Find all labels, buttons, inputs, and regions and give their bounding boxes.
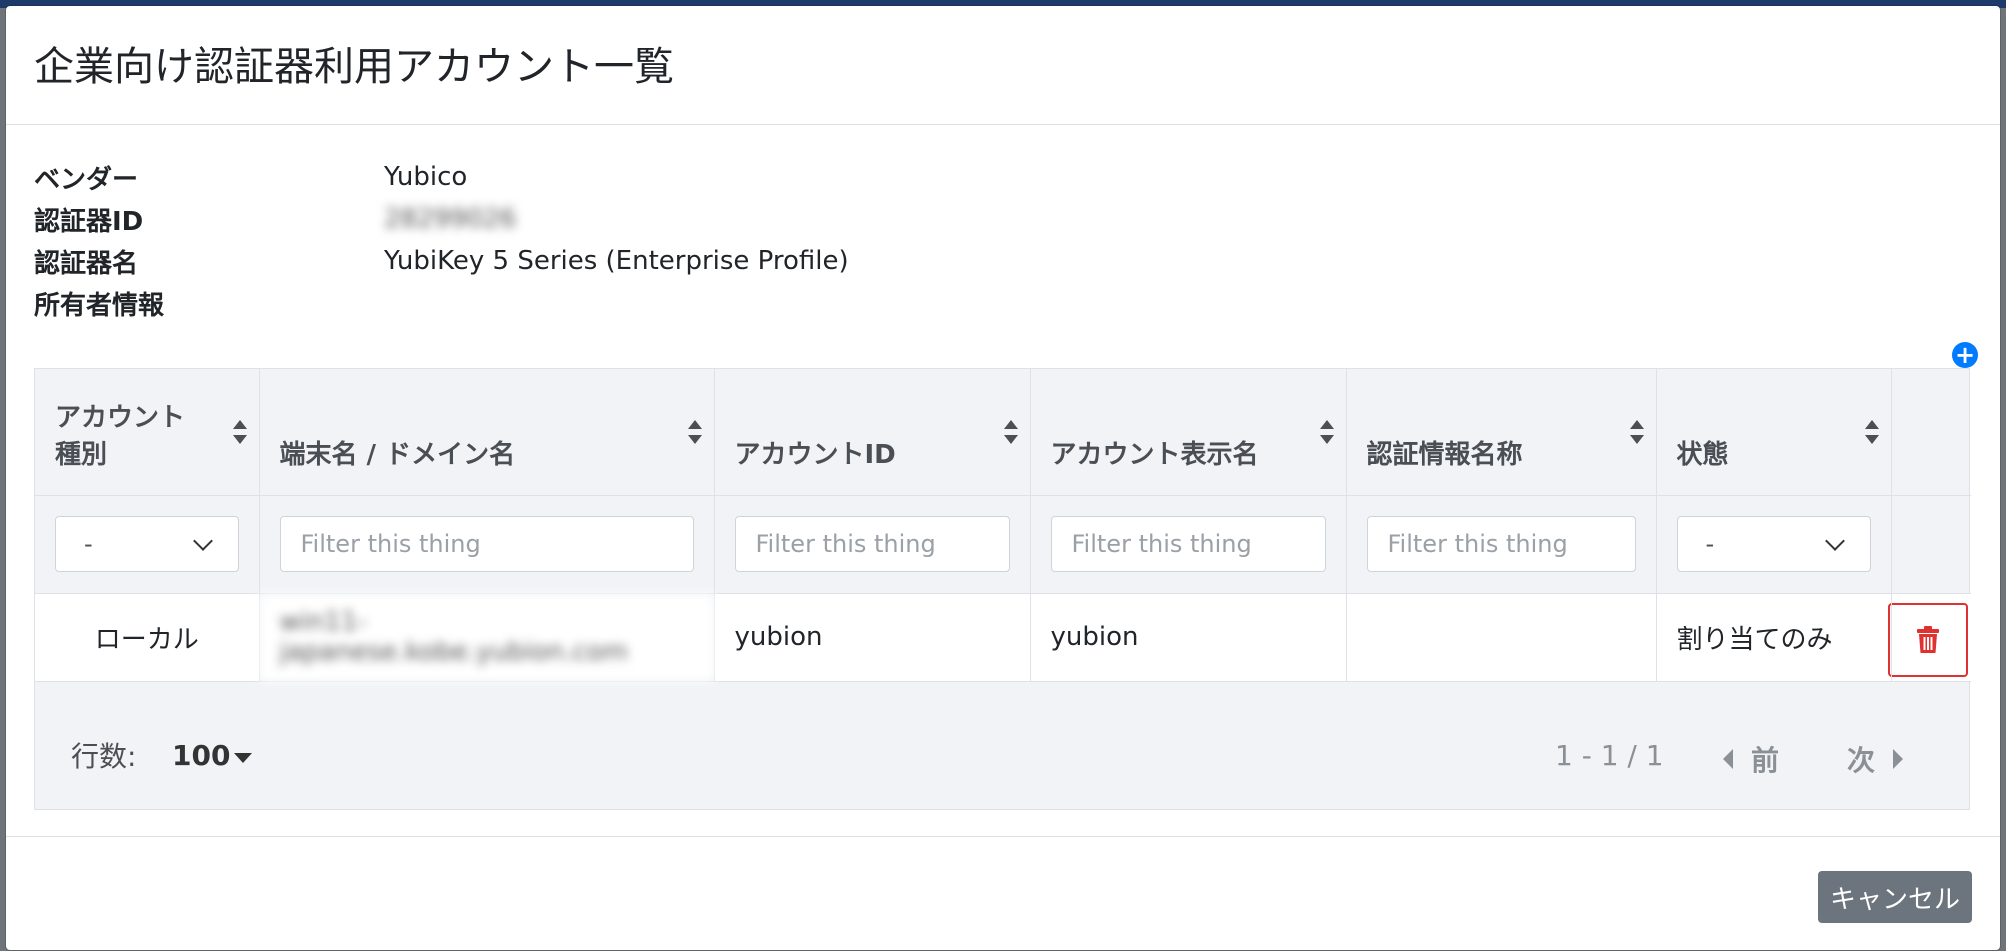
authenticator-id-value: 28299026: [384, 204, 517, 234]
caret-left-icon: [1723, 749, 1733, 769]
cell-account-type: ローカル: [35, 593, 260, 682]
chevron-down-icon: [192, 531, 213, 551]
account-id-filter-input[interactable]: Filter this thing: [734, 516, 1010, 572]
cancel-button[interactable]: キャンセル: [1818, 871, 1972, 923]
authenticator-id-label: 認証器ID: [34, 206, 144, 237]
sort-icon[interactable]: [1003, 419, 1018, 444]
caret-down-icon: [234, 752, 253, 763]
info-row-authenticator-id: 認証器ID 28299026: [34, 198, 849, 240]
column-header-actions: [1891, 369, 1971, 496]
cell-status: 割り当てのみ: [1656, 593, 1892, 682]
info-row-authenticator-name: 認証器名 YubiKey 5 Series (Enterprise Profil…: [34, 240, 849, 282]
filter-cell-device-domain: Filter this thing: [259, 495, 715, 594]
display-name-filter-input[interactable]: Filter this thing: [1050, 516, 1326, 572]
column-header-display-name-label: アカウント表示名: [1050, 439, 1259, 470]
modal-title: 企業向け認証器利用アカウント一覧: [34, 44, 674, 90]
modal-header: 企業向け認証器利用アカウント一覧: [6, 6, 2000, 125]
column-header-account-type-line2: 種別: [55, 439, 108, 470]
account-type-filter-select[interactable]: -: [55, 516, 239, 572]
delete-button[interactable]: [1887, 603, 1968, 677]
info-row-owner: 所有者情報: [34, 282, 849, 324]
account-type-filter-value: -: [84, 530, 93, 558]
owner-label: 所有者情報: [34, 290, 165, 321]
column-header-account-id[interactable]: アカウントID: [714, 369, 1031, 496]
modal-footer: キャンセル: [6, 836, 2000, 951]
sort-icon[interactable]: [1864, 419, 1879, 444]
cell-actions: [1887, 593, 1971, 682]
table-row: ローカル win11-japanese.kobe.yubion.com yubi…: [35, 593, 1971, 682]
sort-icon[interactable]: [232, 419, 247, 444]
column-header-device-domain-label: 端末名 / ドメイン名: [279, 439, 516, 470]
trash-icon: [1916, 626, 1939, 653]
column-header-account-type-line1: アカウント: [55, 402, 186, 433]
table-header-row: アカウント 種別 端末名 / ドメイン名 アカウントID アカウント表示名 認証…: [35, 369, 1971, 496]
rows-per-page-value: 100: [172, 739, 231, 772]
column-header-status[interactable]: 状態: [1656, 369, 1892, 496]
table-pager: 行数: 100 1 - 1 / 1 前 次: [35, 705, 1971, 809]
cell-display-name: yubion: [1030, 593, 1347, 682]
sort-icon[interactable]: [687, 419, 702, 444]
page-range: 1 - 1 / 1: [1555, 739, 1664, 772]
sort-icon[interactable]: [1319, 419, 1334, 444]
column-header-account-type[interactable]: アカウント 種別: [35, 369, 260, 496]
status-filter-value: -: [1705, 530, 1715, 558]
device-domain-filter-input[interactable]: Filter this thing: [279, 516, 694, 572]
credential-name-filter-input[interactable]: Filter this thing: [1366, 516, 1636, 572]
modal-dialog: 企業向け認証器利用アカウント一覧 ベンダー Yubico 認証器ID 28299…: [6, 6, 2000, 950]
filter-cell-display-name: Filter this thing: [1030, 495, 1347, 594]
next-page-button[interactable]: 次: [1847, 739, 1904, 779]
plus-circle-icon: +: [1954, 341, 1976, 369]
column-header-credential-name-label: 認証情報名称: [1366, 439, 1523, 470]
column-header-display-name[interactable]: アカウント表示名: [1030, 369, 1347, 496]
cell-account-id: yubion: [714, 593, 1031, 682]
authenticator-name-value: YubiKey 5 Series (Enterprise Profile): [384, 246, 849, 276]
info-row-vendor: ベンダー Yubico: [34, 156, 849, 198]
filter-cell-account-type: -: [35, 495, 260, 594]
accounts-table-container: アカウント 種別 端末名 / ドメイン名 アカウントID アカウント表示名 認証…: [34, 368, 1971, 810]
accounts-table: アカウント 種別 端末名 / ドメイン名 アカウントID アカウント表示名 認証…: [35, 369, 1971, 682]
authenticator-name-label: 認証器名: [34, 248, 139, 279]
prev-page-label: 前: [1751, 744, 1780, 777]
status-filter-select[interactable]: -: [1676, 516, 1871, 572]
chevron-down-icon: [1824, 531, 1845, 551]
vendor-value: Yubico: [384, 162, 468, 192]
cell-device-domain: win11-japanese.kobe.yubion.com: [259, 593, 715, 682]
column-header-account-id-label: アカウントID: [734, 439, 896, 470]
column-header-credential-name[interactable]: 認証情報名称: [1346, 369, 1657, 496]
filter-cell-actions: [1891, 495, 1971, 594]
filter-row: - Filter this thing Filter this thing Fi…: [35, 495, 1971, 594]
add-account-button[interactable]: +: [1952, 342, 1978, 368]
cell-credential-name: [1346, 593, 1657, 682]
filter-cell-credential-name: Filter this thing: [1346, 495, 1657, 594]
sort-icon[interactable]: [1629, 419, 1644, 444]
column-header-device-domain[interactable]: 端末名 / ドメイン名: [259, 369, 715, 496]
caret-right-icon: [1893, 749, 1904, 769]
vendor-label: ベンダー: [34, 164, 139, 195]
prev-page-button[interactable]: 前: [1723, 739, 1779, 779]
next-page-label: 次: [1847, 744, 1876, 777]
column-header-status-label: 状態: [1676, 439, 1729, 470]
rows-per-page-label: 行数:: [71, 740, 137, 773]
authenticator-info: ベンダー Yubico 認証器ID 28299026 認証器名 YubiKey …: [34, 156, 849, 324]
filter-cell-account-id: Filter this thing: [714, 495, 1031, 594]
rows-per-page-select[interactable]: 100: [172, 739, 253, 772]
filter-cell-status: -: [1656, 495, 1892, 594]
